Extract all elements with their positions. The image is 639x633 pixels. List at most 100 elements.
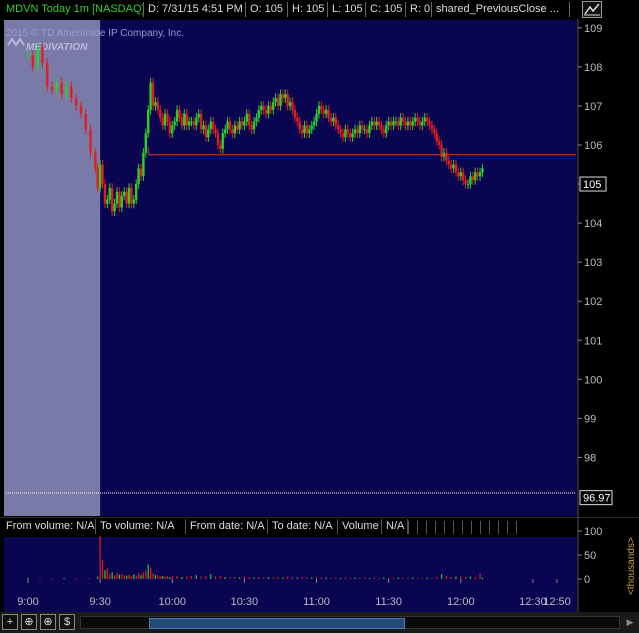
volume-bar — [440, 574, 443, 579]
candle-body — [423, 117, 426, 122]
scroll-right-arrow-icon[interactable]: ▶ — [624, 616, 636, 629]
time-tick-label: 12:50 — [543, 596, 571, 608]
volume-bar — [63, 578, 65, 580]
candle-body — [257, 109, 261, 118]
candle-body — [413, 117, 417, 122]
volume-bar — [150, 567, 152, 579]
volume-bar — [311, 577, 313, 579]
candle-body — [192, 121, 196, 126]
candle-body — [226, 121, 229, 130]
candle-body — [156, 102, 160, 110]
candle-body — [163, 113, 167, 126]
volume-bar — [248, 577, 250, 579]
candle-body — [293, 109, 297, 118]
candle-body — [122, 191, 126, 196]
candle-body — [284, 94, 287, 99]
candle-body — [394, 121, 398, 123]
volume-bar — [436, 577, 438, 579]
chart-footer: + ⊕ ⊕ $ ▶ — [0, 612, 639, 633]
candle-body — [159, 109, 162, 118]
volume-bar — [349, 578, 351, 580]
candle-body — [223, 129, 227, 134]
price-tick-label: 109 — [584, 23, 602, 35]
volume-bar — [306, 577, 308, 579]
candle-body — [324, 109, 328, 114]
volume-bar — [431, 578, 433, 580]
time-tick-label: 9:30 — [89, 596, 110, 608]
volume-bar — [315, 577, 318, 579]
chart-style-button[interactable] — [582, 1, 602, 18]
candle-body — [144, 133, 148, 153]
candle-body — [216, 133, 220, 145]
scrollbar-thumb[interactable] — [149, 618, 405, 629]
expand-button[interactable]: + — [2, 614, 18, 630]
volume-bar — [421, 578, 423, 580]
candle-body — [173, 121, 176, 126]
candle-body — [202, 125, 205, 130]
volume-bar — [320, 577, 322, 579]
logo-watermark: MEDIVATION — [26, 42, 88, 53]
candle-body — [195, 117, 198, 126]
volume-bar — [373, 577, 375, 579]
candle-body — [96, 168, 99, 188]
candle-body — [60, 82, 63, 95]
candle-body — [139, 168, 143, 177]
volume-bar — [87, 578, 89, 580]
zoom-icon: ⊕ — [24, 616, 34, 628]
study-label[interactable]: shared_PreviousClose ... — [432, 2, 570, 17]
time-tick-label: 10:00 — [159, 596, 187, 608]
candle-body — [113, 203, 116, 212]
volume-bar — [291, 577, 294, 579]
volume-bar — [51, 578, 53, 580]
price-chart[interactable]: 2015 © TD Ameritrade IP Company, Inc. ME… — [0, 19, 639, 517]
candle-body — [228, 121, 232, 130]
candle-body — [469, 176, 472, 185]
price-tick-label: 101 — [584, 335, 602, 347]
pan-button[interactable]: ⊕ — [40, 614, 56, 630]
candle-body — [317, 105, 321, 114]
volume-bar — [140, 575, 142, 579]
volume-bar — [383, 577, 385, 579]
zoom-button[interactable]: ⊕ — [21, 614, 37, 630]
volume-bar — [258, 577, 260, 579]
volume-bar — [465, 577, 467, 579]
volume-bar — [282, 577, 284, 579]
dollar-button[interactable]: $ — [59, 614, 75, 630]
candle-body — [380, 125, 383, 130]
candle-body — [185, 113, 188, 126]
volume-bar — [133, 574, 135, 579]
candle-body — [31, 55, 35, 67]
symbol-label[interactable]: MDVN Today 1m [NASDAQ] — [2, 2, 144, 17]
candle-body — [334, 117, 337, 126]
volume-bar — [272, 577, 274, 579]
volume-bar — [147, 564, 149, 579]
volume-bar — [469, 576, 472, 579]
volume-bar — [128, 574, 130, 579]
candle-body — [474, 172, 477, 181]
volume-bar — [27, 578, 29, 580]
candle-body — [130, 187, 133, 204]
price-tick-label: 107 — [584, 101, 602, 113]
candle-body — [401, 117, 405, 122]
candle-body — [288, 102, 292, 106]
volume-bar — [200, 576, 202, 579]
candle-body — [336, 125, 340, 130]
candle-body — [471, 176, 475, 181]
volume-bar — [263, 577, 265, 579]
high-label: H: 105 — [288, 2, 328, 17]
volume-bar — [378, 578, 380, 580]
volume-bar — [99, 535, 101, 579]
candle-body — [50, 86, 54, 91]
candle-body — [291, 102, 294, 110]
candle-body — [178, 109, 181, 118]
candle-body — [308, 129, 311, 134]
candle-body — [310, 125, 313, 130]
candle-body — [365, 129, 369, 134]
candle-body — [305, 125, 309, 134]
volume-status-label: Volume — [338, 519, 382, 534]
candle-body — [452, 164, 455, 169]
time-scrollbar[interactable] — [80, 616, 620, 629]
copyright-watermark: 2015 © TD Ameritrade IP Company, Inc. — [6, 28, 184, 39]
volume-bar — [234, 577, 236, 579]
close-label: C: 105 — [366, 2, 406, 17]
